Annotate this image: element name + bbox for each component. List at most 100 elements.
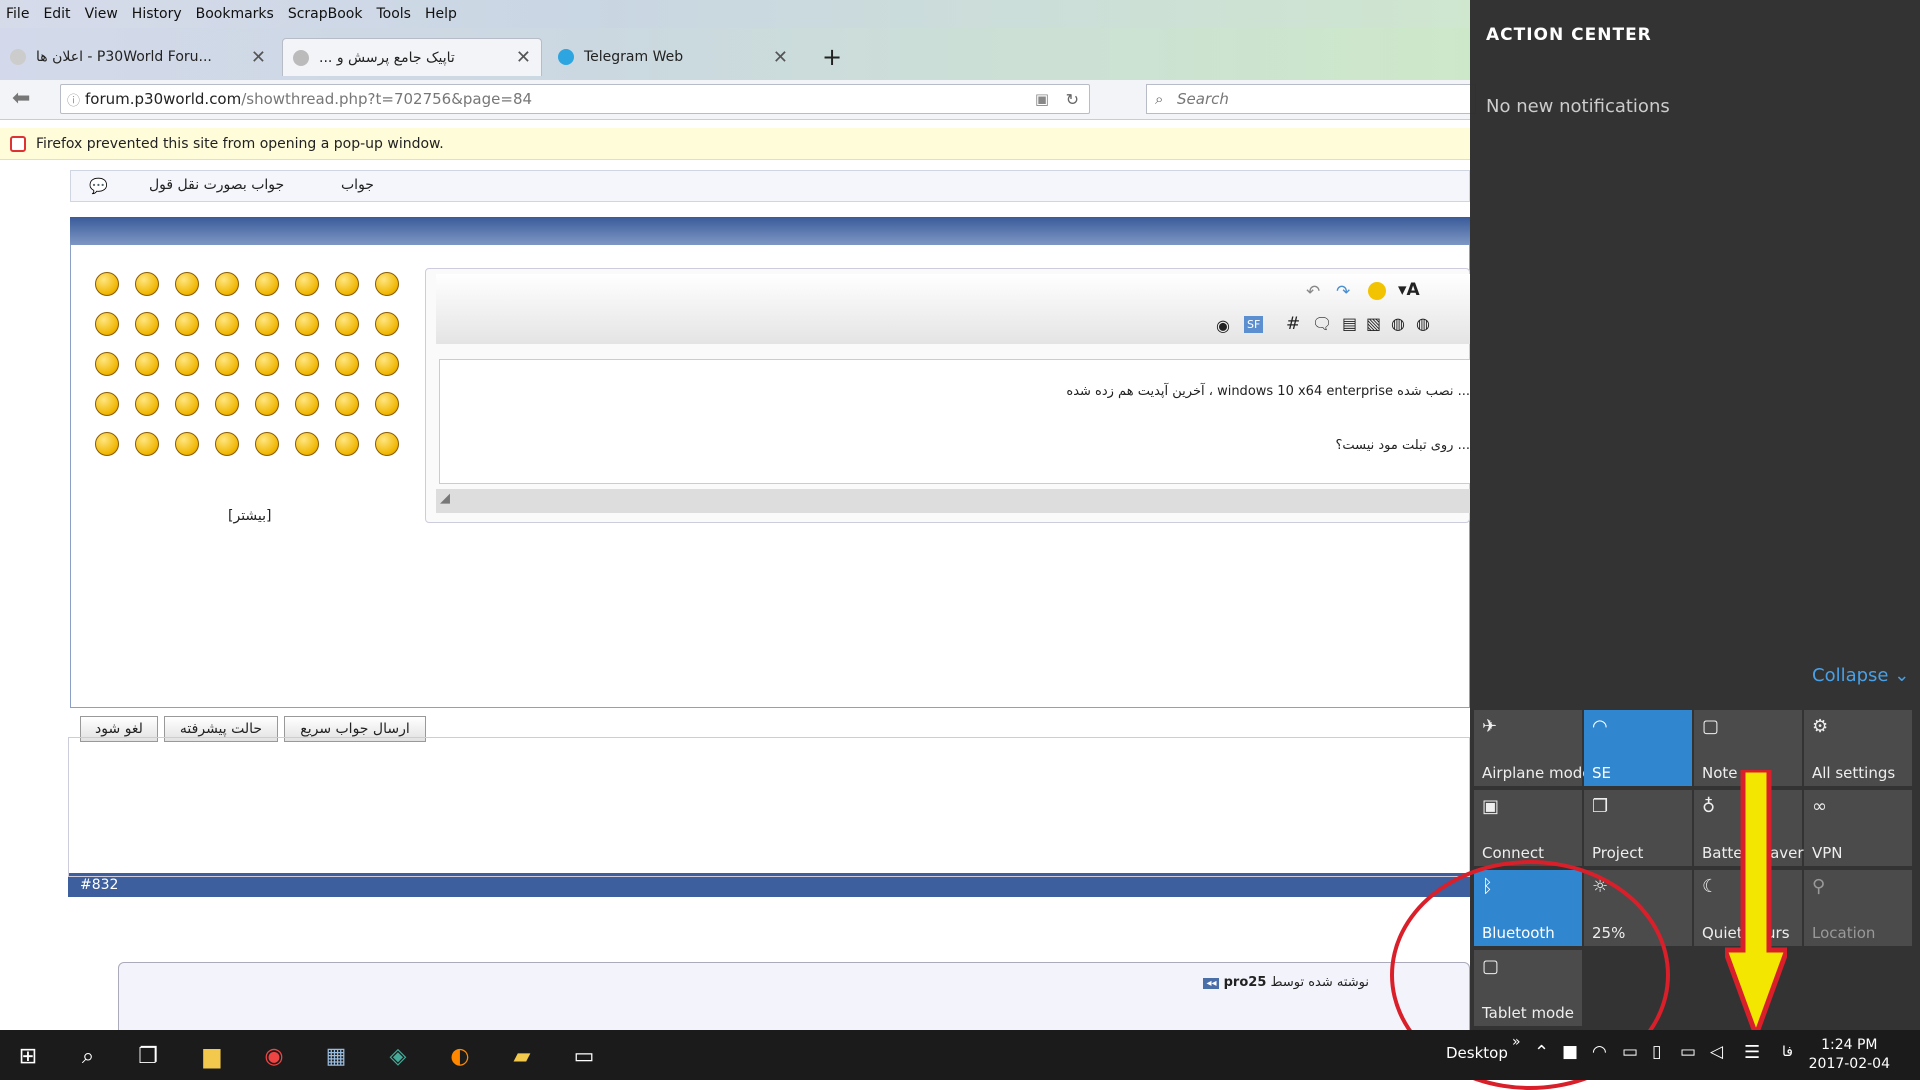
smiley-icon[interactable] (295, 352, 319, 376)
undo-icon[interactable]: ↶ (1306, 282, 1320, 302)
chevron-right-icon[interactable]: » (1512, 1034, 1521, 1050)
smiley-icon[interactable] (375, 432, 399, 456)
smiley-icon[interactable] (135, 432, 159, 456)
app-icon[interactable]: ▦ (320, 1040, 352, 1072)
desktop-toolbar-label[interactable]: Desktop (1446, 1044, 1508, 1062)
smiley-icon[interactable] (215, 352, 239, 376)
reader-view-icon[interactable]: ▣ (1035, 90, 1049, 108)
tray-app-icon[interactable]: ■ (1562, 1042, 1578, 1062)
insert-sf-icon[interactable]: SF (1244, 316, 1264, 333)
smiley-icon[interactable] (95, 312, 119, 336)
tab-p30world-announcements[interactable]: اعلان ها - P30World Foru... ✕ (0, 38, 276, 76)
smiley-icon[interactable] (375, 392, 399, 416)
battery-icon[interactable]: ▭ (1680, 1042, 1696, 1062)
smiley-icon[interactable] (255, 392, 279, 416)
reply-link[interactable]: جواب (341, 177, 374, 193)
close-tab-icon[interactable]: ✕ (251, 47, 266, 68)
url-bar[interactable]: ⓘ forum.p30world.com/showthread.php?t=70… (60, 84, 1090, 114)
start-button-icon[interactable]: ⊞ (12, 1040, 44, 1072)
tile-location[interactable]: ⚲ Location (1804, 870, 1912, 946)
wifi-icon[interactable]: ◠ (1592, 1042, 1607, 1062)
smiley-icon[interactable] (135, 312, 159, 336)
smiley-icon[interactable] (295, 432, 319, 456)
tile-all-settings[interactable]: ⚙ All settings (1804, 710, 1912, 786)
clock[interactable]: 1:24 PM 2017-02-04 (1809, 1036, 1890, 1074)
smiley-icon[interactable] (375, 272, 399, 296)
app-icon[interactable]: ◈ (382, 1040, 414, 1072)
back-icon[interactable]: ⬅ (12, 86, 30, 111)
more-smileys-link[interactable]: [بیشتر] (228, 508, 272, 524)
tablet-icon[interactable]: ▭ (1622, 1042, 1638, 1062)
smiley-icon[interactable] (215, 432, 239, 456)
smiley-icon[interactable] (335, 272, 359, 296)
smiley-icon[interactable] (375, 312, 399, 336)
smiley-icon[interactable] (335, 392, 359, 416)
smiley-insert-icon[interactable] (1368, 282, 1386, 300)
view-post-icon[interactable]: ◂◂ (1203, 978, 1220, 989)
search-icon[interactable]: ⌕ (72, 1040, 104, 1072)
hashtag-icon[interactable]: # (1286, 314, 1300, 334)
smiley-icon[interactable] (175, 312, 199, 336)
smiley-icon[interactable] (175, 352, 199, 376)
smiley-icon[interactable] (215, 272, 239, 296)
menu-file[interactable]: File (6, 6, 29, 22)
site-info-icon[interactable]: ⓘ (67, 90, 80, 109)
tile-airplane-mode[interactable]: ✈ Airplane mode (1474, 710, 1592, 786)
quote-icon[interactable]: 🗨 (1312, 314, 1332, 333)
action-center-icon[interactable]: ☰ (1744, 1042, 1760, 1063)
insert-image-icon[interactable]: ▧ (1366, 314, 1381, 333)
smiley-icon[interactable] (295, 312, 319, 336)
menu-scrapbook[interactable]: ScrapBook (288, 6, 363, 22)
smiley-icon[interactable] (135, 352, 159, 376)
new-tab-button[interactable]: + (812, 38, 852, 76)
menu-help[interactable]: Help (425, 6, 457, 22)
firefox-icon[interactable]: ◐ (444, 1040, 476, 1072)
input-language[interactable]: فا (1782, 1044, 1793, 1060)
menu-tools[interactable]: Tools (376, 6, 411, 22)
smiley-icon[interactable] (215, 312, 239, 336)
insert-media-icon[interactable]: ◍ (1391, 314, 1405, 333)
tile-se[interactable]: ◠ SE (1584, 710, 1692, 786)
smiley-icon[interactable] (255, 312, 279, 336)
insert-video-icon[interactable]: ▤ (1342, 314, 1357, 333)
menu-bookmarks[interactable]: Bookmarks (196, 6, 274, 22)
close-tab-icon[interactable]: ✕ (516, 47, 531, 68)
redo-icon[interactable]: ↷ (1336, 282, 1350, 302)
window-app-icon[interactable]: ▭ (568, 1040, 600, 1072)
smiley-icon[interactable] (295, 272, 319, 296)
close-tab-icon[interactable]: ✕ (773, 47, 788, 68)
tile-vpn[interactable]: ∞ VPN (1804, 790, 1912, 866)
smiley-icon[interactable] (255, 432, 279, 456)
insert-link-icon[interactable]: ◉ (1216, 316, 1230, 335)
file-explorer-icon[interactable]: ▆ (196, 1040, 228, 1072)
smiley-icon[interactable] (295, 392, 319, 416)
tile-project[interactable]: ❐ Project (1584, 790, 1692, 866)
folder-icon[interactable]: ▰ (506, 1040, 538, 1072)
quote-author[interactable]: pro25 (1224, 975, 1267, 990)
chevron-up-icon[interactable]: ⌃ (1534, 1042, 1549, 1063)
smiley-icon[interactable] (335, 312, 359, 336)
menu-edit[interactable]: Edit (43, 6, 70, 22)
menu-view[interactable]: View (85, 6, 118, 22)
add-reply-icon[interactable]: 💬 (89, 177, 108, 195)
task-view-icon[interactable]: ❐ (132, 1040, 164, 1072)
menu-history[interactable]: History (132, 6, 182, 22)
smiley-icon[interactable] (335, 352, 359, 376)
smiley-icon[interactable] (175, 272, 199, 296)
smiley-icon[interactable] (255, 352, 279, 376)
smiley-icon[interactable] (175, 392, 199, 416)
smiley-icon[interactable] (375, 352, 399, 376)
insert-web-icon[interactable]: ◍ (1416, 314, 1430, 333)
resize-handle-icon[interactable]: ◢ (440, 491, 450, 506)
smiley-icon[interactable] (135, 392, 159, 416)
editor-text-area[interactable]: ... نصب شده windows 10 x64 enterprise ، … (439, 359, 1471, 484)
volume-icon[interactable]: ◁ (1710, 1042, 1723, 1062)
tile-connect[interactable]: ▣ Connect (1474, 790, 1582, 866)
font-style-icon[interactable]: ▾A (1398, 280, 1420, 300)
smiley-icon[interactable] (95, 352, 119, 376)
quote-reply-link[interactable]: جواب بصورت نقل قول (149, 177, 284, 193)
tab-telegram[interactable]: Telegram Web ✕ (548, 38, 798, 76)
tab-forum-thread[interactable]: ... تاپیک جامع پرسش و ✕ (282, 38, 542, 76)
smiley-icon[interactable] (95, 272, 119, 296)
smiley-icon[interactable] (135, 272, 159, 296)
